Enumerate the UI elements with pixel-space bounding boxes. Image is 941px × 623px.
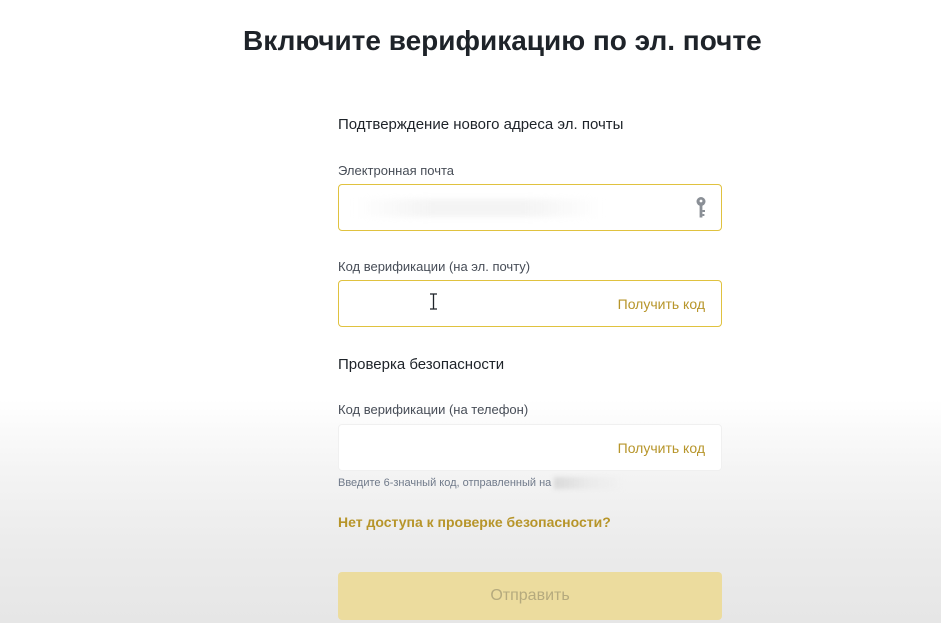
get-email-code-button[interactable]: Получить код [618, 296, 705, 312]
security-section-heading: Проверка безопасности [338, 356, 505, 373]
phone-code-label: Код верификации (на телефон) [338, 402, 529, 417]
email-input[interactable] [351, 184, 685, 231]
phone-code-hint: Введите 6-значный код, отправленный на [338, 477, 625, 489]
email-field-label: Электронная почта [338, 163, 455, 178]
key-icon[interactable] [693, 195, 709, 221]
email-code-input[interactable] [351, 280, 618, 327]
email-field[interactable] [338, 184, 722, 231]
text-cursor-icon [430, 293, 437, 310]
get-phone-code-button[interactable]: Получить код [618, 440, 705, 456]
no-access-security-link[interactable]: Нет доступа к проверке безопасности? [338, 514, 611, 530]
email-code-field[interactable]: Получить код [338, 280, 722, 327]
phone-code-hint-text: Введите 6-значный код, отправленный на [338, 477, 552, 489]
phone-code-field[interactable]: Получить код [338, 424, 722, 471]
masked-phone-number [554, 477, 625, 489]
email-section-heading: Подтверждение нового адреса эл. почты [338, 116, 624, 133]
email-code-label: Код верификации (на эл. почту) [338, 259, 531, 274]
phone-code-input[interactable] [351, 424, 618, 471]
page-title: Включите верификацию по эл. почте [243, 25, 762, 56]
submit-button[interactable]: Отправить [338, 572, 722, 620]
